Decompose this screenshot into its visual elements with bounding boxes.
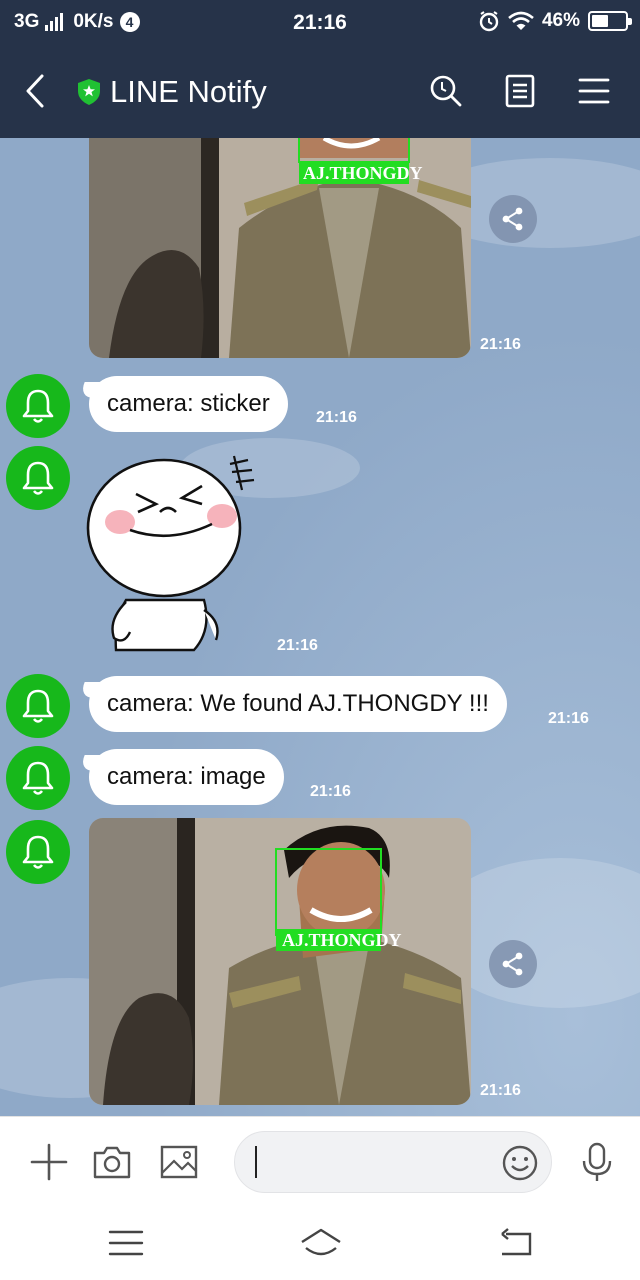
bell-icon	[22, 835, 54, 869]
battery-percent: 46%	[541, 10, 580, 31]
microphone-icon[interactable]	[576, 1141, 618, 1183]
message-time: 21:16	[316, 409, 357, 426]
bot-avatar[interactable]	[6, 746, 70, 810]
recent-apps-icon[interactable]	[106, 1226, 146, 1260]
message-input[interactable]	[255, 1144, 485, 1180]
face-detection-label: AJ.THONGDY	[282, 930, 402, 950]
share-button[interactable]	[489, 195, 537, 243]
message-sticker[interactable]	[84, 450, 274, 662]
message-image[interactable]: AJ.THONGDY	[89, 818, 471, 1105]
gallery-icon[interactable]	[158, 1141, 200, 1183]
message-bubble[interactable]: camera: We found AJ.THONGDY !!!	[89, 676, 507, 732]
message-text: camera: sticker	[107, 390, 270, 417]
system-nav-bar	[0, 1206, 640, 1280]
official-shield-icon	[78, 79, 100, 105]
message-time: 21:16	[480, 1082, 521, 1099]
input-bar	[0, 1116, 640, 1206]
message-text: camera: We found AJ.THONGDY !!!	[107, 690, 489, 717]
message-image[interactable]: AJ.THONGDY	[89, 138, 471, 358]
bot-avatar[interactable]	[6, 374, 70, 438]
chat-header: LINE Notify	[0, 44, 640, 138]
share-icon	[502, 207, 523, 231]
message-time: 21:16	[480, 336, 521, 353]
text-cursor	[255, 1146, 257, 1178]
plus-icon[interactable]	[28, 1141, 70, 1183]
home-icon[interactable]	[298, 1226, 344, 1260]
message-time: 21:16	[548, 710, 589, 727]
share-icon	[502, 952, 523, 976]
search-icon[interactable]	[428, 72, 464, 110]
emoji-icon[interactable]	[501, 1144, 539, 1182]
menu-icon[interactable]	[576, 72, 612, 110]
camera-icon[interactable]	[91, 1141, 133, 1183]
notes-icon[interactable]	[502, 72, 538, 110]
bell-icon	[22, 761, 54, 795]
message-input-box[interactable]	[234, 1131, 552, 1193]
bot-avatar[interactable]	[6, 820, 70, 884]
message-text: camera: image	[107, 763, 266, 790]
message-bubble[interactable]: camera: sticker	[89, 376, 288, 432]
alarm-icon	[479, 11, 499, 32]
chat-area[interactable]: AJ.THONGDY 21:16 camera: sticker 21:16 2…	[0, 138, 640, 1116]
wifi-icon	[508, 11, 534, 30]
status-bar: 3G 0K/s 4 21:16 46%	[0, 0, 640, 44]
back-nav-icon[interactable]	[496, 1226, 536, 1260]
bot-avatar[interactable]	[6, 674, 70, 738]
photo-person: AJ.THONGDY	[89, 138, 471, 358]
bell-icon	[22, 689, 54, 723]
share-button[interactable]	[489, 940, 537, 988]
message-bubble[interactable]: camera: image	[89, 749, 284, 805]
bell-icon	[22, 461, 54, 495]
sticker-character	[86, 455, 255, 652]
message-time: 21:16	[277, 637, 318, 654]
chat-title: LINE Notify	[110, 74, 267, 109]
bot-avatar[interactable]	[6, 446, 70, 510]
message-time: 21:16	[310, 783, 351, 800]
back-icon[interactable]	[20, 72, 52, 110]
photo-person: AJ.THONGDY	[89, 818, 471, 1105]
battery-icon	[588, 11, 632, 31]
face-detection-label: AJ.THONGDY	[303, 163, 423, 183]
bell-icon	[22, 389, 54, 423]
